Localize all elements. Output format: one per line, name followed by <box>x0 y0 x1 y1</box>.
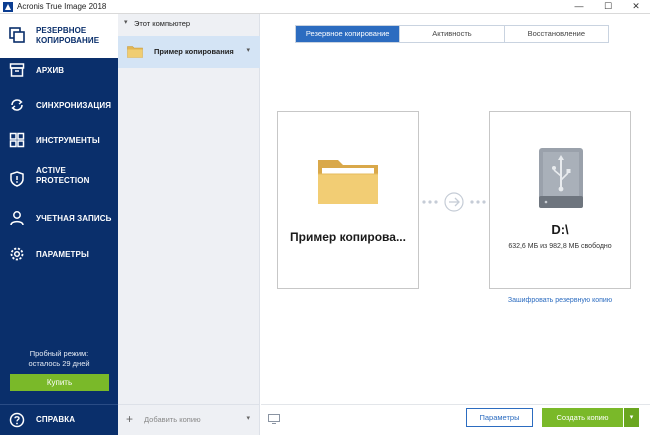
tab-recovery[interactable]: Восстановление <box>505 26 608 42</box>
arrow-connector-icon <box>422 192 486 212</box>
gear-icon <box>10 247 24 261</box>
sidebar-item-label: ACTIVE PROTECTION <box>36 166 90 185</box>
sidebar-item-tools[interactable]: ИНСТРУМЕНТЫ <box>0 128 118 164</box>
tab-backup[interactable]: Резервное копирование <box>296 26 401 42</box>
folder-icon <box>318 160 378 204</box>
backup-destination-card[interactable]: D:\ 632,6 МБ из 982,8 МБ свободно <box>489 111 631 289</box>
backup-list-panel: ▾ Этот компьютер Пример копирования ▾ + … <box>118 14 260 435</box>
trial-status: Пробный режим: осталось 29 дней <box>28 349 90 368</box>
sidebar-item-label: СПРАВКА <box>36 415 76 424</box>
folder-icon <box>127 46 143 58</box>
backup-name: Пример копирования <box>154 47 234 56</box>
tab-bar: Резервное копирование Активность Восстан… <box>295 25 609 43</box>
chevron-down-icon[interactable]: ▾ <box>246 414 250 422</box>
sidebar-item-label: СИНХРОНИЗАЦИЯ <box>36 101 112 110</box>
main-content: Резервное копирование Активность Восстан… <box>261 14 650 435</box>
chevron-down-icon[interactable]: ▾ <box>624 408 639 427</box>
chevron-down-icon[interactable]: ▾ <box>124 19 132 27</box>
archive-icon <box>9 63 25 77</box>
sidebar-item-active-protection[interactable]: ACTIVE PROTECTION <box>0 164 118 206</box>
encrypt-backup-link[interactable]: Зашифровать резервную копию <box>489 297 631 304</box>
monitor-icon[interactable] <box>268 414 280 424</box>
minimize-button[interactable]: — <box>565 0 593 14</box>
plus-icon: + <box>126 412 134 426</box>
sidebar-item-label: РЕЗЕРВНОЕ КОПИРОВАНИЕ <box>36 26 100 45</box>
tab-activity[interactable]: Активность <box>400 26 505 42</box>
sidebar-item-account[interactable]: УЧЕТНАЯ ЗАПИСЬ <box>0 206 118 242</box>
add-backup-button[interactable]: + Добавить копию ▾ <box>118 404 260 435</box>
close-button[interactable]: ✕ <box>622 0 650 14</box>
settings-button[interactable]: Параметры <box>466 408 533 427</box>
sync-icon <box>11 99 23 111</box>
backup-list-item[interactable]: Пример копирования ▾ <box>118 36 260 68</box>
source-name: Пример копирова... <box>290 230 406 244</box>
user-icon <box>10 211 24 226</box>
usb-drive-icon <box>539 148 583 208</box>
add-backup-label: Добавить копию <box>144 415 201 424</box>
sidebar-item-archive[interactable]: АРХИВ <box>0 58 118 93</box>
destination-free-space: 632,6 МБ из 982,8 МБ свободно <box>508 243 612 250</box>
acronis-logo-icon <box>3 2 13 12</box>
copy-icon <box>9 27 25 43</box>
title-bar: Acronis True Image 2018 — ☐ ✕ <box>0 0 650 14</box>
sidebar-item-label: УЧЕТНАЯ ЗАПИСЬ <box>36 214 112 223</box>
help-icon <box>9 412 25 428</box>
maximize-button[interactable]: ☐ <box>594 0 622 14</box>
create-backup-button[interactable]: Создать копию <box>542 408 623 427</box>
sidebar-item-label: ИНСТРУМЕНТЫ <box>36 136 100 145</box>
shield-icon <box>10 171 24 187</box>
tools-icon <box>9 132 25 148</box>
computer-header: Этот компьютер <box>134 19 191 28</box>
sidebar-item-label: АРХИВ <box>36 66 65 75</box>
buy-button[interactable]: Купить <box>10 374 109 391</box>
sidebar: РЕЗЕРВНОЕ КОПИРОВАНИЕ АРХИВ СИНХРОНИЗАЦИЯ… <box>0 14 118 435</box>
sidebar-item-help[interactable]: СПРАВКА <box>0 405 118 435</box>
backup-source-card[interactable]: Пример копирова... <box>277 111 419 289</box>
chevron-down-icon[interactable]: ▾ <box>246 46 250 54</box>
sidebar-item-sync[interactable]: СИНХРОНИЗАЦИЯ <box>0 93 118 128</box>
sidebar-item-settings[interactable]: ПАРАМЕТРЫ <box>0 242 118 278</box>
sidebar-item-label: ПАРАМЕТРЫ <box>36 250 89 259</box>
window-title: Acronis True Image 2018 <box>17 2 107 11</box>
sidebar-item-backup[interactable]: РЕЗЕРВНОЕ КОПИРОВАНИЕ <box>0 14 118 58</box>
destination-drive-letter: D:\ <box>551 222 569 237</box>
